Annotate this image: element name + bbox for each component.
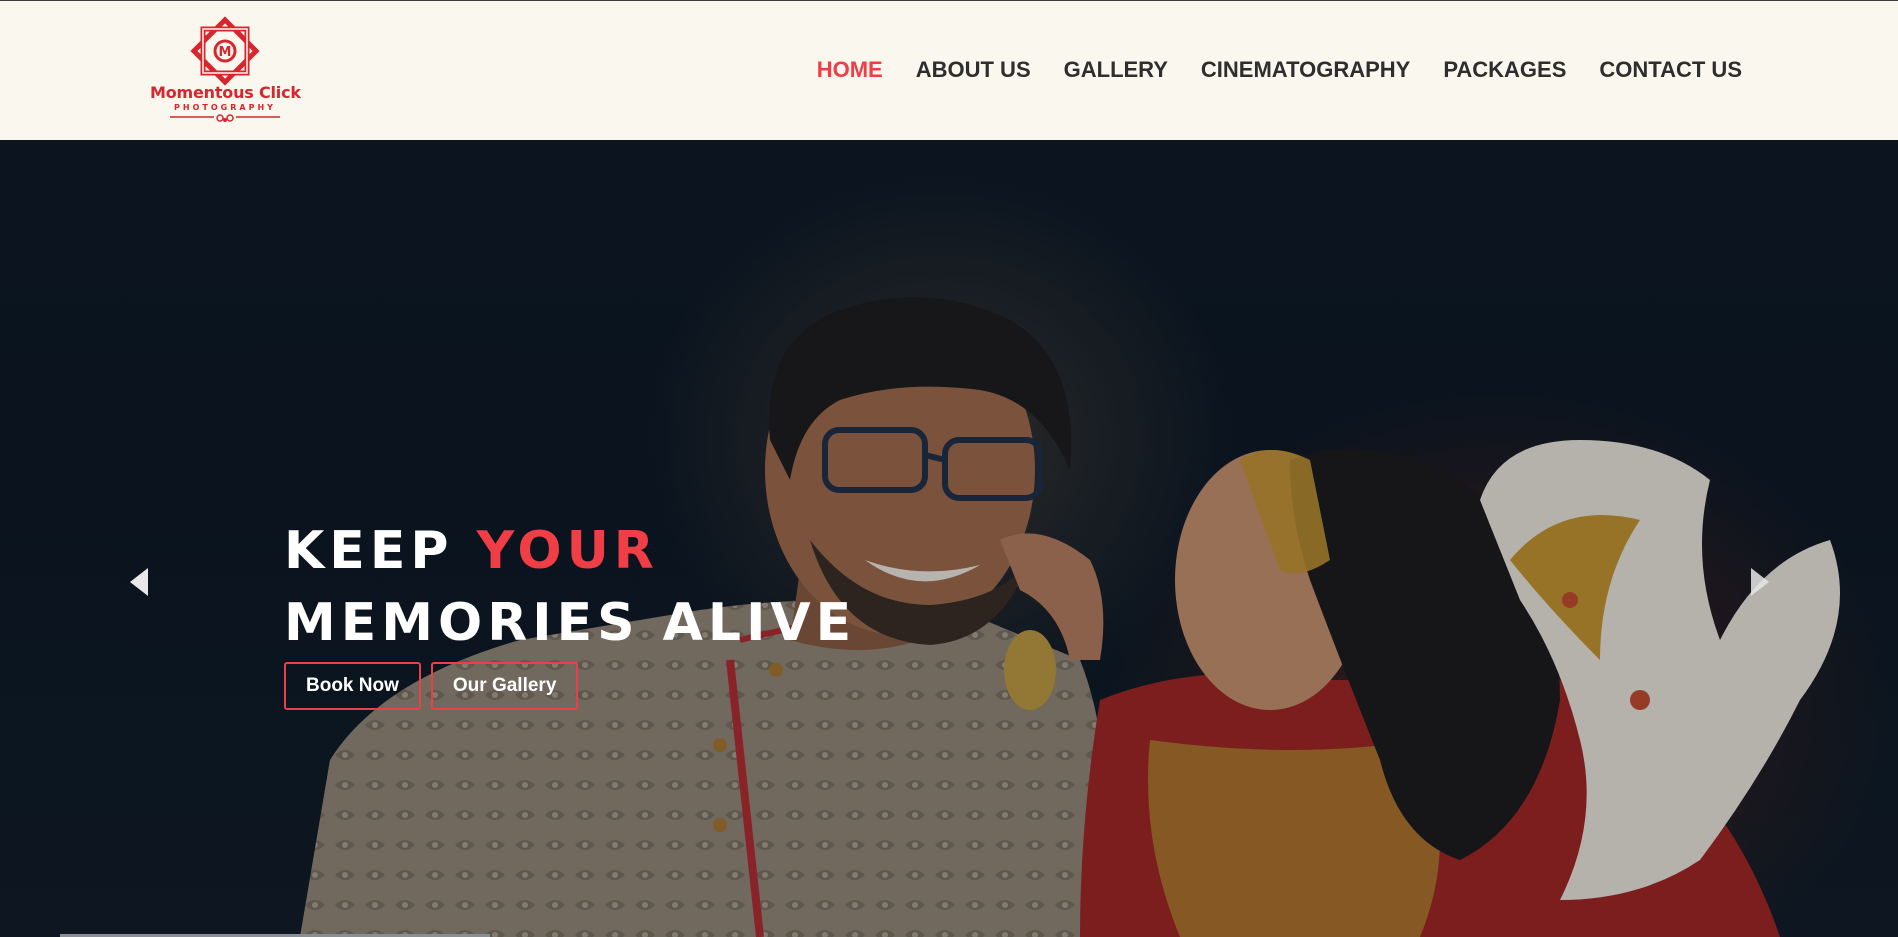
main-navigation: HOME ABOUT US GALLERY CINEMATOGRAPHY PAC…	[784, 57, 1742, 83]
triangle-right-icon	[1751, 568, 1769, 596]
our-gallery-button[interactable]: Our Gallery	[430, 662, 579, 710]
hero-cta-group: Book Now Our Gallery	[284, 662, 579, 710]
site-header: M Momentous Click PHOTOGRAPHY HOME ABOUT…	[0, 0, 1898, 140]
hero-headline-line1: KEEP YOUR	[284, 515, 856, 587]
nav-packages[interactable]: PACKAGES	[1443, 57, 1566, 83]
nav-contact-us[interactable]: CONTACT US	[1599, 57, 1742, 83]
nav-cinematography[interactable]: CINEMATOGRAPHY	[1201, 57, 1410, 83]
headline-text: KEEP	[284, 521, 477, 581]
slider-next-arrow[interactable]	[1745, 562, 1775, 602]
nav-about-us[interactable]: ABOUT US	[916, 57, 1031, 83]
hero-headline-line2: MEMORIES ALIVE	[284, 593, 857, 653]
logo-ornament-icon	[170, 114, 280, 122]
hero-slider: KEEP YOUR MEMORIES ALIVE Book Now Our Ga…	[0, 140, 1898, 937]
hero-headline: KEEP YOUR MEMORIES ALIVE	[284, 515, 856, 659]
brand-logo[interactable]: M Momentous Click PHOTOGRAPHY	[150, 15, 301, 127]
nav-home[interactable]: HOME	[817, 57, 883, 83]
brand-tagline: PHOTOGRAPHY	[174, 103, 276, 112]
book-now-button[interactable]: Book Now	[284, 662, 421, 710]
triangle-left-icon	[130, 568, 148, 596]
logo-emblem-icon: M	[190, 16, 260, 86]
nav-gallery[interactable]: GALLERY	[1064, 57, 1168, 83]
slider-prev-arrow[interactable]	[124, 562, 154, 602]
brand-name: Momentous Click	[150, 83, 301, 102]
svg-text:M: M	[219, 45, 232, 60]
headline-accent-text: YOUR	[476, 521, 659, 581]
